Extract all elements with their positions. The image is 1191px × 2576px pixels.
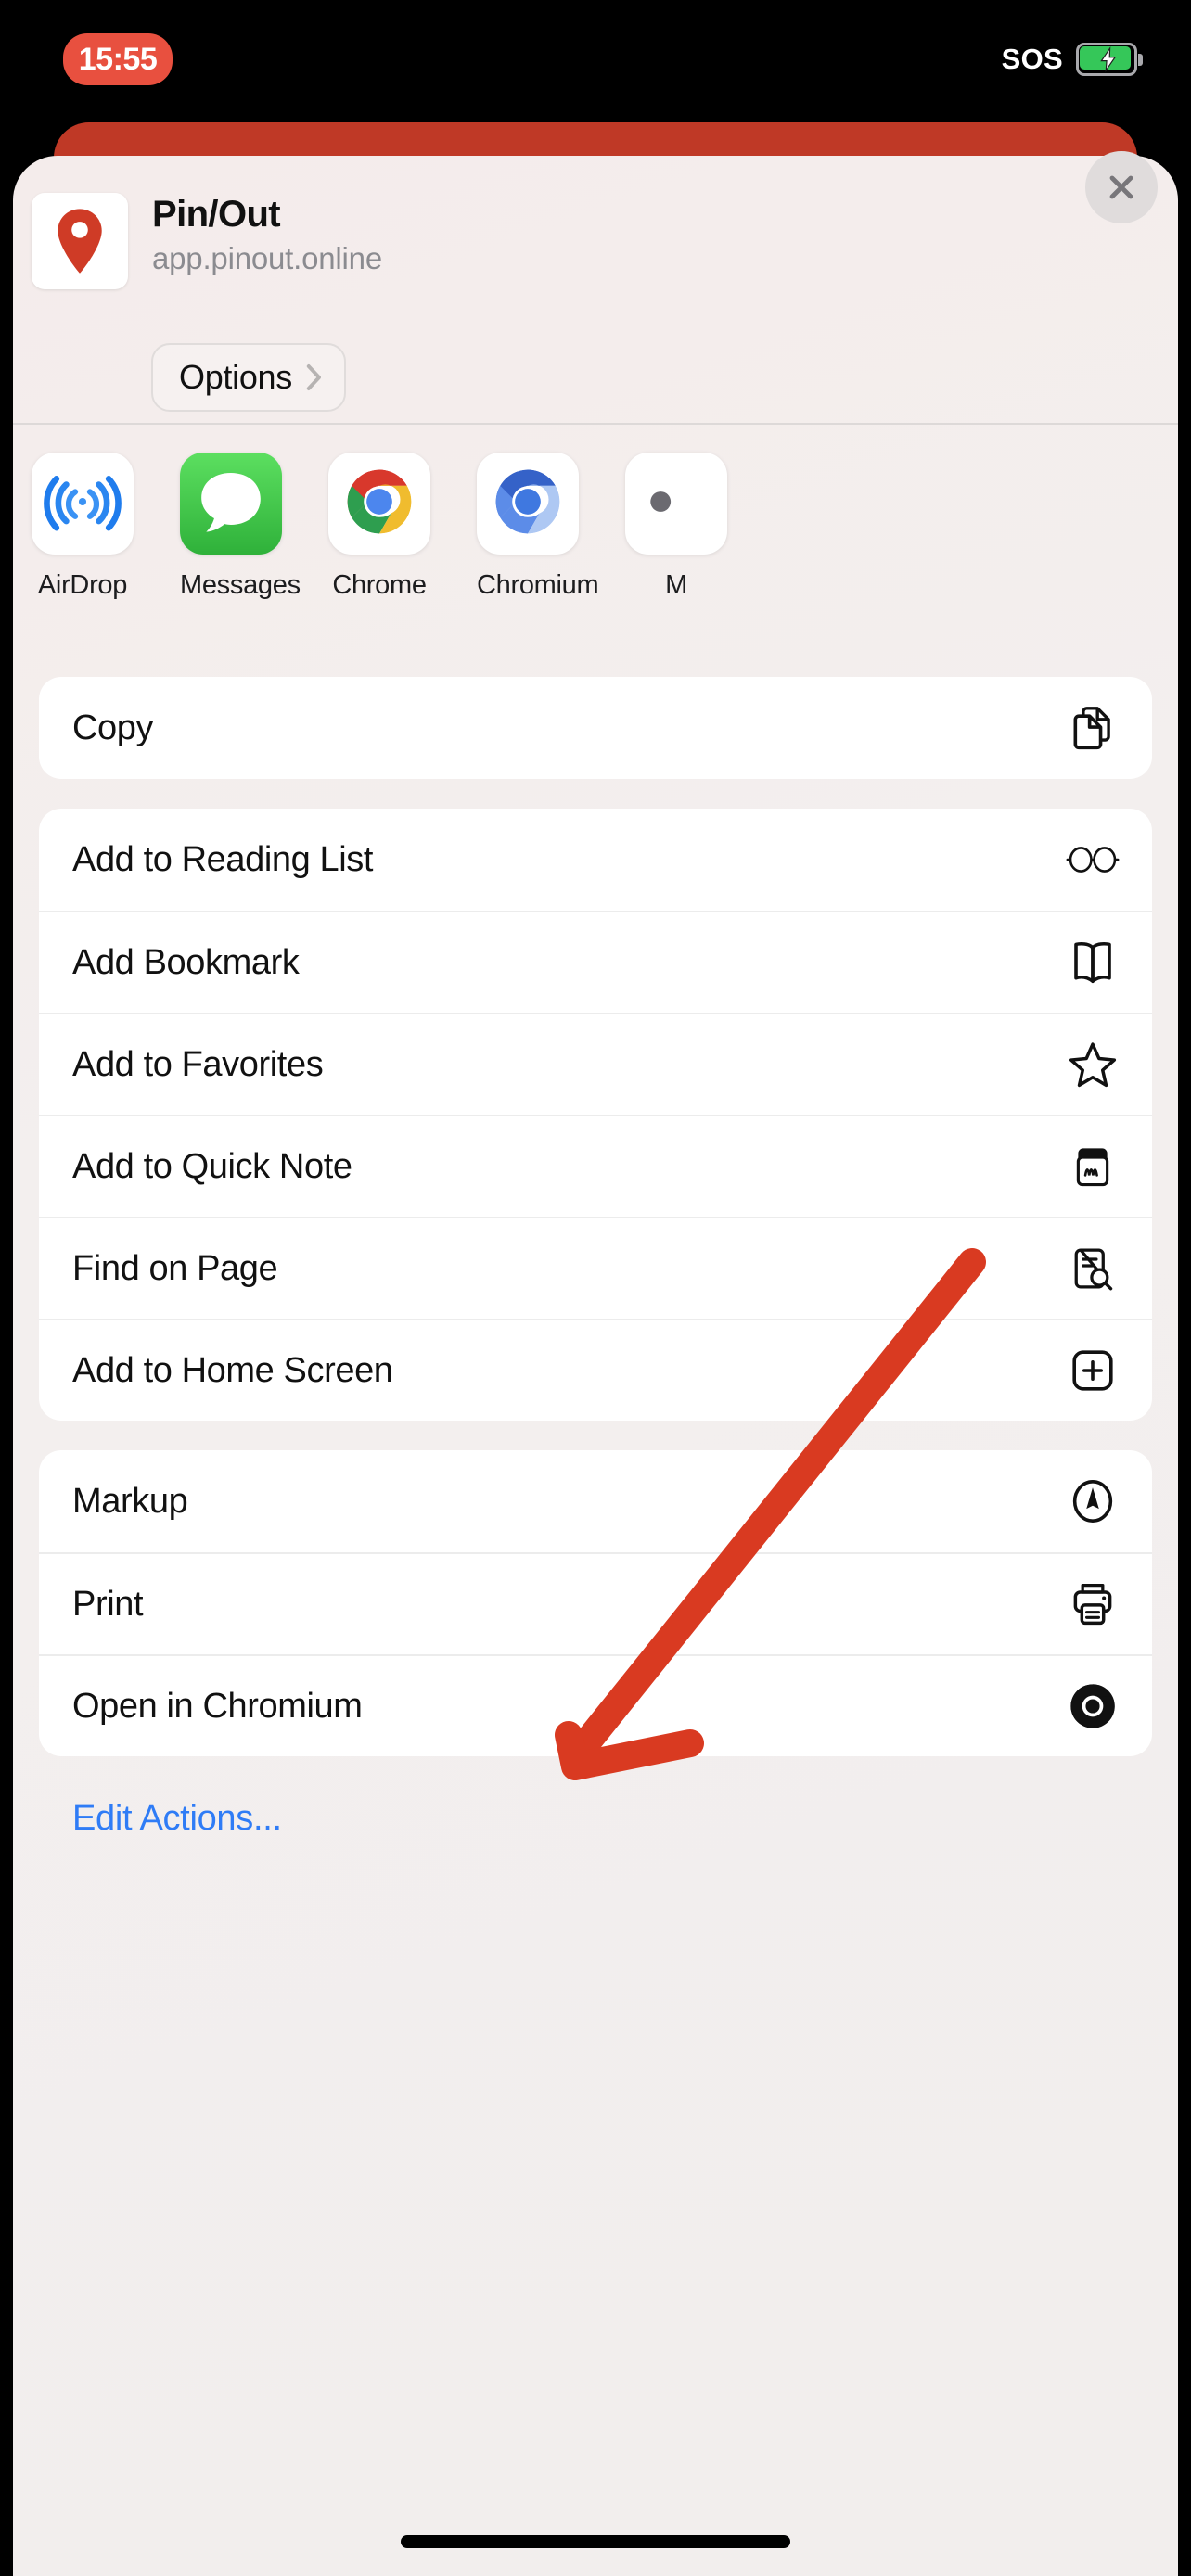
share-target-label: AirDrop	[37, 570, 128, 600]
page-url: app.pinout.online	[152, 241, 382, 275]
share-target-label: M	[665, 570, 687, 600]
glasses-icon	[1065, 832, 1121, 887]
share-target-messages[interactable]: Messages	[180, 453, 301, 647]
battery-charging-icon	[1076, 43, 1143, 76]
action-label: Open in Chromium	[72, 1686, 363, 1726]
status-time: 15:55	[78, 41, 158, 77]
action-label: Add to Home Screen	[72, 1350, 393, 1390]
chrome-logo-icon	[340, 463, 418, 545]
share-target-chromium[interactable]: Chromium	[477, 453, 599, 647]
page-title: Pin/Out	[152, 194, 281, 235]
map-pin-icon	[32, 193, 128, 289]
status-right-group: SOS	[1002, 33, 1143, 85]
action-group-tools: Markup Print Open in Chromium	[39, 1450, 1152, 1756]
action-row-find-on-page[interactable]: Find on Page	[39, 1217, 1152, 1319]
chromium-mono-icon	[1065, 1678, 1121, 1734]
share-target-label: Messages	[180, 570, 301, 600]
close-icon	[1109, 175, 1133, 199]
home-indicator	[401, 2535, 790, 2548]
action-row-copy[interactable]: Copy	[39, 677, 1152, 779]
quick-note-icon	[1065, 1139, 1121, 1194]
printer-icon	[1065, 1576, 1121, 1632]
messages-bubble-icon	[191, 462, 271, 546]
share-target-label: Chrome	[332, 570, 427, 600]
options-button[interactable]: Options	[151, 343, 346, 412]
action-row-add-to-favorites[interactable]: Add to Favorites	[39, 1013, 1152, 1115]
share-sheet-header: Pin/Out app.pinout.online Options	[13, 151, 1178, 425]
action-label: Markup	[72, 1481, 188, 1521]
iphone-screen: 15:55 SOS Pin/Out app.pinout.online Opti…	[0, 0, 1191, 2576]
action-groups: Copy Add to Reading List Add Bookmark Ad…	[13, 677, 1178, 1839]
action-group-browser: Add to Reading List Add Bookmark Add to …	[39, 809, 1152, 1421]
action-row-add-to-quick-note[interactable]: Add to Quick Note	[39, 1115, 1152, 1217]
action-label: Print	[72, 1584, 144, 1624]
share-target-chrome[interactable]: Chrome	[328, 453, 430, 647]
action-row-add-to-reading-list[interactable]: Add to Reading List	[39, 809, 1152, 911]
square-plus-icon	[1065, 1343, 1121, 1398]
action-row-markup[interactable]: Markup	[39, 1450, 1152, 1552]
action-row-open-in-chromium[interactable]: Open in Chromium	[39, 1654, 1152, 1756]
action-label: Find on Page	[72, 1248, 278, 1288]
status-bar: 15:55 SOS	[0, 0, 1191, 111]
action-row-add-bookmark[interactable]: Add Bookmark	[39, 911, 1152, 1013]
chevron-right-icon	[305, 363, 322, 391]
star-icon	[1065, 1037, 1121, 1092]
open-book-icon	[1065, 935, 1121, 990]
share-target-label: Chromium	[477, 570, 599, 600]
document-search-icon	[1065, 1241, 1121, 1296]
edit-actions-link[interactable]: Edit Actions...	[72, 1799, 1152, 1839]
copy-documents-icon	[1065, 700, 1121, 756]
share-target-airdrop[interactable]: AirDrop	[32, 453, 134, 647]
action-label: Add to Reading List	[72, 839, 374, 879]
chromium-logo-icon	[489, 463, 567, 545]
share-target-mail[interactable]: M	[625, 453, 727, 647]
action-label: Copy	[72, 708, 154, 747]
share-sheet-app-info: Pin/Out app.pinout.online	[152, 193, 382, 276]
action-row-print[interactable]: Print	[39, 1552, 1152, 1654]
share-sheet: Pin/Out app.pinout.online Options AirDro…	[13, 151, 1178, 2576]
action-row-add-to-home-screen[interactable]: Add to Home Screen	[39, 1319, 1152, 1421]
sos-label: SOS	[1001, 43, 1063, 75]
airdrop-icon	[42, 461, 123, 547]
status-time-pill: 15:55	[63, 33, 173, 85]
options-button-label: Options	[179, 358, 292, 396]
mail-icon	[637, 463, 715, 545]
action-label: Add Bookmark	[72, 942, 300, 982]
close-button[interactable]	[1085, 151, 1158, 223]
share-targets-row[interactable]: AirDrop Messages Chrome Chromium M	[13, 425, 1178, 647]
action-label: Add to Favorites	[72, 1044, 324, 1084]
action-group-copy: Copy	[39, 677, 1152, 779]
action-label: Add to Quick Note	[72, 1146, 352, 1186]
markup-pen-icon	[1065, 1473, 1121, 1529]
